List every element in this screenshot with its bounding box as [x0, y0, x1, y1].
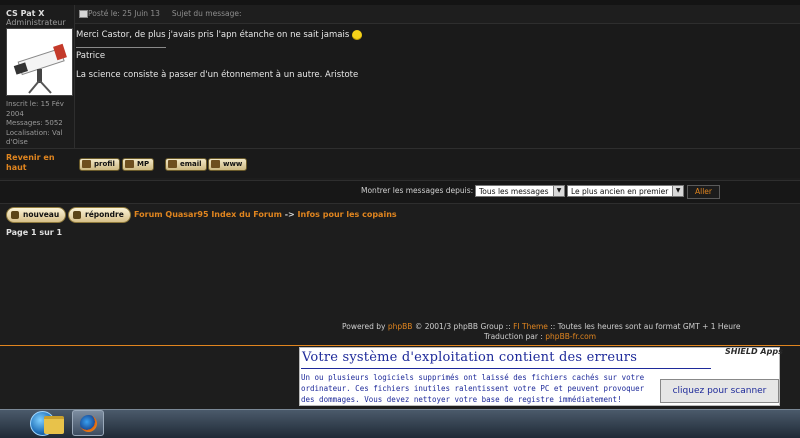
signature-name: Patrice	[76, 51, 106, 61]
row-divider	[0, 148, 800, 149]
order-select-value: Le plus ancien en premier	[571, 187, 669, 196]
breadcrumb-topic[interactable]: Infos pour les copains	[298, 210, 397, 219]
profile-line: Messages: 5052	[6, 119, 63, 127]
taskbar-firefox-button[interactable]	[72, 410, 104, 436]
footer-credits: Powered by phpBB © 2001/3 phpBB Group ::…	[342, 322, 740, 331]
profile-line: 2004	[6, 109, 24, 118]
footer-translation-label: Traduction par :	[484, 332, 543, 341]
profile-line: d'Oise	[6, 138, 28, 146]
footer-powered-by: Powered by	[342, 322, 386, 331]
sort-label: Montrer les messages depuis:	[361, 186, 474, 195]
profile-info: Inscrit le: 15 Fév 2004 Messages: 5052 L…	[6, 100, 72, 148]
firefox-icon	[80, 415, 97, 432]
footer-translation: Traduction par : phpBB-fr.com	[484, 332, 596, 341]
breadcrumb: Forum Quasar95 Index du Forum -> Infos p…	[134, 210, 397, 219]
post-meta: Posté le: 25 Juin 13 Sujet du message:	[88, 9, 242, 18]
smiley-icon	[352, 29, 363, 40]
chevron-down-icon: ▼	[553, 186, 564, 196]
signature-divider	[76, 47, 166, 48]
profile-icon	[82, 160, 91, 168]
telescope-avatar-icon	[13, 43, 67, 94]
breadcrumb-forum-index[interactable]: Forum Quasar95 Index du Forum	[134, 210, 282, 219]
footer-divider	[0, 345, 800, 346]
email-icon	[168, 160, 177, 168]
reply-button[interactable]: répondre	[68, 207, 131, 223]
translator-link[interactable]: phpBB-fr.com	[545, 332, 596, 341]
pm-icon	[125, 160, 134, 168]
ad-divider	[301, 368, 711, 369]
globe-icon	[211, 160, 220, 168]
profile-line: Inscrit le: 15 Fév	[6, 100, 64, 108]
order-select[interactable]: Le plus ancien en premier ▼	[567, 185, 684, 197]
new-topic-button[interactable]: nouveau	[6, 207, 67, 223]
email-button[interactable]: email	[165, 158, 207, 171]
new-topic-label: nouveau	[23, 210, 60, 219]
theme-link[interactable]: FI Theme	[513, 322, 548, 331]
profile-button[interactable]: profil	[79, 158, 120, 171]
profile-line: Localisation: Val	[6, 128, 63, 137]
taskbar-explorer-button[interactable]	[38, 410, 70, 436]
taskbar	[0, 409, 800, 438]
period-select[interactable]: Tous les messages ▼	[475, 185, 565, 197]
breadcrumb-separator: ->	[284, 210, 295, 219]
avatar	[6, 28, 73, 96]
scan-button[interactable]: cliquez pour scanner	[660, 379, 779, 403]
ad-text: Un ou plusieurs logiciels supprimés ont …	[301, 373, 645, 404]
pm-button[interactable]: MP	[122, 158, 155, 171]
footer-timezone: :: Toutes les heures sont au format GMT …	[550, 322, 741, 331]
username[interactable]: CS Pat X	[6, 9, 44, 18]
pm-button-label: MP	[137, 160, 150, 168]
reply-label: répondre	[85, 210, 124, 219]
signature-quote: La science consiste à passer d'un étonne…	[76, 70, 359, 80]
email-button-label: email	[180, 160, 202, 168]
ad-title[interactable]: Votre système d'exploitation contient de…	[302, 350, 637, 365]
ad-brand-logo: SHIELD Apps	[725, 347, 783, 356]
new-topic-icon	[11, 211, 19, 219]
go-button[interactable]: Aller	[687, 185, 720, 199]
post-message: Merci Castor, de plus j'avais pris l'apn…	[76, 29, 776, 41]
phpbb-link[interactable]: phpBB	[388, 322, 413, 331]
profile-button-label: profil	[94, 160, 115, 168]
footer-copyright: © 2001/3 phpBB Group ::	[414, 322, 511, 331]
folder-icon	[44, 416, 64, 434]
back-to-top-link[interactable]: Revenir en haut	[6, 153, 66, 173]
period-select-value: Tous les messages	[479, 187, 549, 196]
post-icon[interactable]	[79, 10, 88, 18]
message-text: Merci Castor, de plus j'avais pris l'apn…	[76, 30, 350, 40]
user-rank: Administrateur	[6, 18, 66, 27]
www-button-label: www	[223, 160, 243, 168]
chevron-down-icon: ▼	[672, 186, 683, 196]
reply-icon	[73, 211, 81, 219]
www-button[interactable]: www	[208, 158, 248, 171]
pagination-text: Page 1 sur 1	[6, 228, 63, 237]
